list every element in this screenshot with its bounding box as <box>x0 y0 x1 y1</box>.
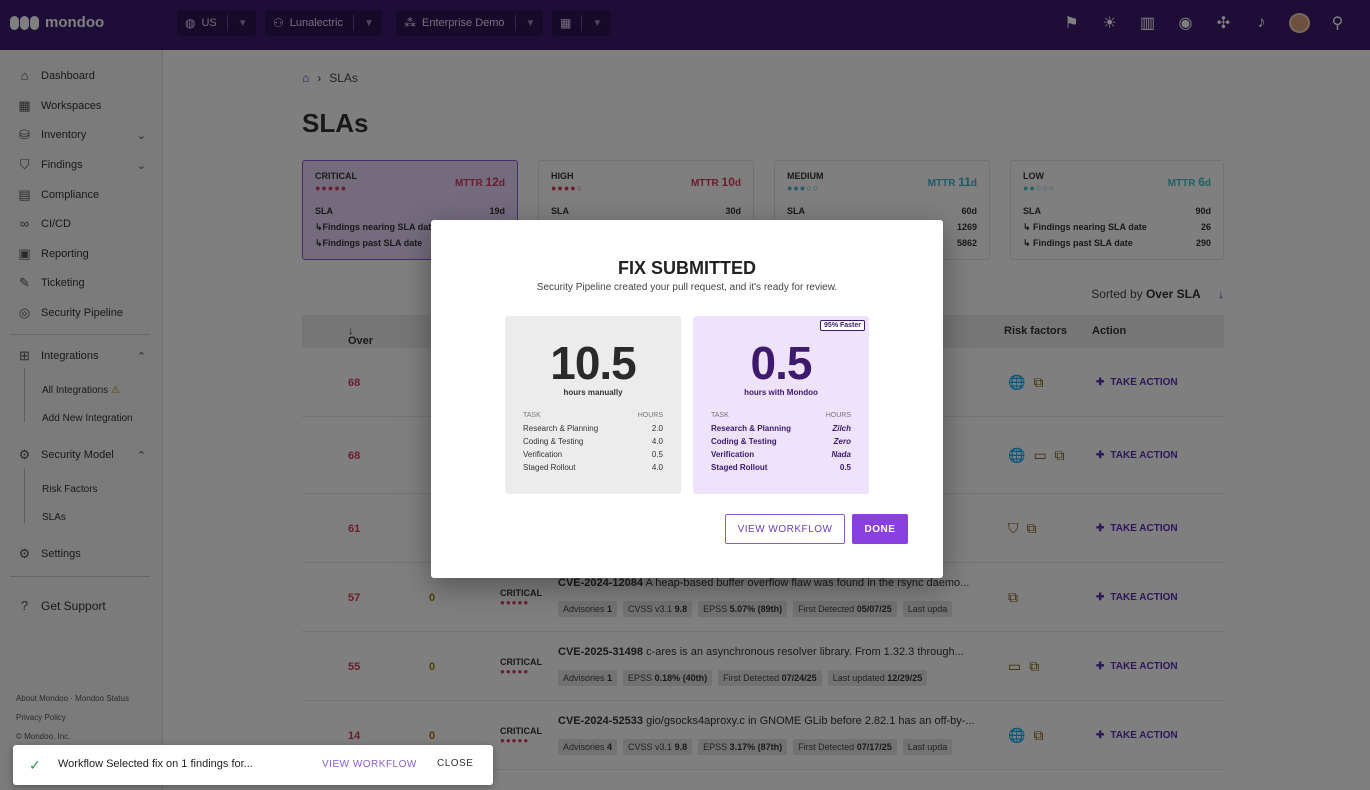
manual-hours-caption: hours manually <box>563 388 623 397</box>
mondoo-row: Coding & Testing Zero <box>711 437 851 446</box>
hours-header: HOURS <box>825 412 851 419</box>
check-icon: ✓ <box>29 757 41 773</box>
manual-row: Verification 0.5 <box>523 450 663 459</box>
mondoo-hours-panel: 95% Faster 0.5 hours with Mondoo TASK HOU… <box>693 316 869 494</box>
toast-message: Workflow Selected fix on 1 findings for.… <box>58 758 253 770</box>
task-header: TASK <box>711 412 729 419</box>
dialog-subtitle: Security Pipeline created your pull requ… <box>536 282 838 293</box>
manual-hours-panel: 10.5 hours manually TASK HOURS Research &… <box>505 316 681 494</box>
mondoo-hours-caption: hours with Mondoo <box>744 388 818 397</box>
manual-row: Research & Planning 2.0 <box>523 424 663 433</box>
toast-view-workflow-button[interactable]: VIEW WORKFLOW <box>322 759 417 770</box>
mondoo-row: Verification Nada <box>711 450 851 459</box>
mondoo-row: Staged Rollout 0.5 <box>711 463 851 472</box>
hours-header: HOURS <box>637 412 663 419</box>
done-button[interactable]: DONE <box>852 514 908 544</box>
mondoo-row: Research & Planning Zilch <box>711 424 851 433</box>
view-workflow-button[interactable]: VIEW WORKFLOW <box>725 514 845 544</box>
manual-row: Coding & Testing 4.0 <box>523 437 663 446</box>
mondoo-hours-value: 0.5 <box>750 337 813 389</box>
faster-badge: 95% Faster <box>820 320 865 331</box>
toast-close-button[interactable]: CLOSE <box>437 758 473 769</box>
fix-submitted-dialog: FIX SUBMITTED Security Pipeline created … <box>431 220 943 578</box>
manual-row: Staged Rollout 4.0 <box>523 463 663 472</box>
toast-notification: ✓ Workflow Selected fix on 1 findings fo… <box>13 745 493 785</box>
manual-hours-value: 10.5 <box>550 337 637 389</box>
task-header: TASK <box>523 412 541 419</box>
dialog-title: FIX SUBMITTED <box>618 258 756 278</box>
